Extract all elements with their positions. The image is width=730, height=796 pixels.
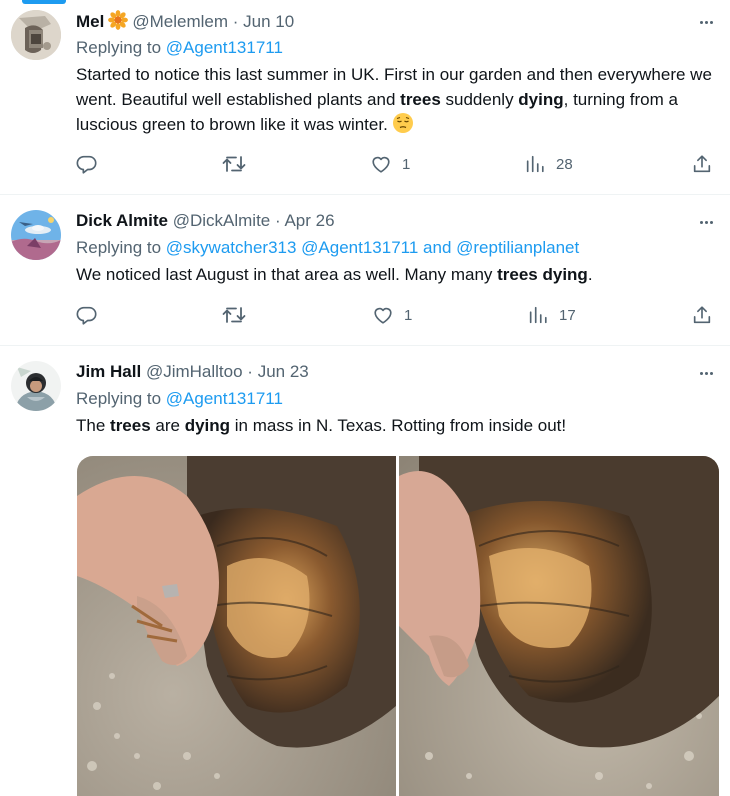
share-button[interactable] <box>691 153 713 175</box>
action-bar: 1 28 <box>76 153 716 179</box>
views-icon <box>529 306 547 324</box>
tree-stump-photo-2[interactable] <box>399 456 719 796</box>
tweet-text: Started to notice this last summer in UK… <box>76 62 716 141</box>
like-button[interactable]: 1 <box>372 304 412 326</box>
like-button[interactable]: 1 <box>370 153 410 175</box>
retweet-button[interactable] <box>222 304 256 326</box>
tweet-dick-almite[interactable]: Dick Almite @DickAlmite · Apr 26 Replyin… <box>0 195 730 345</box>
action-bar: 1 17 <box>76 304 716 330</box>
more-icon[interactable] <box>695 12 717 32</box>
separator-dot: · <box>274 211 281 230</box>
replying-to-label: Replying to <box>76 38 162 57</box>
tweet-text: The trees are dying in mass in N. Texas.… <box>76 416 567 435</box>
display-name[interactable]: Mel <box>76 12 104 31</box>
reply-icon <box>76 155 97 174</box>
separator-dot: · <box>247 362 253 381</box>
view-count: 28 <box>556 155 573 173</box>
mention-link[interactable]: @Agent131711 <box>166 389 283 408</box>
reply-icon <box>76 306 97 325</box>
tweet-header: Jim Hall @JimHalltoo · Jun 23 <box>76 361 716 383</box>
tweet-header: Dick Almite @DickAlmite · Apr 26 <box>76 210 716 232</box>
retweet-icon <box>222 307 246 323</box>
user-handle[interactable]: @JimHalltoo <box>146 362 243 381</box>
mention-link[interactable]: @skywatcher313 @Agent131711 and @reptili… <box>166 238 579 257</box>
retweet-button[interactable] <box>222 153 256 175</box>
replying-to-label: Replying to <box>76 238 162 257</box>
replying-to: Replying to @Agent131711 <box>76 388 716 410</box>
sun-flower-icon <box>108 10 129 36</box>
replying-to: Replying to @skywatcher313 @Agent131711 … <box>76 237 716 259</box>
tweet-media[interactable] <box>77 456 719 796</box>
tweet-date[interactable]: Jun 23 <box>258 362 309 381</box>
user-handle[interactable]: @Melemlem <box>132 12 228 31</box>
like-count: 1 <box>402 155 411 173</box>
tweet-date[interactable]: Jun 10 <box>243 12 294 31</box>
like-count: 1 <box>404 306 413 324</box>
heart-icon <box>372 156 390 173</box>
share-icon <box>693 306 711 324</box>
replying-to: Replying to @Agent131711 <box>76 37 716 59</box>
pensive-face-emoji <box>392 112 414 141</box>
display-name[interactable]: Dick Almite <box>76 211 168 230</box>
avatar[interactable] <box>11 210 61 260</box>
tweet-mel[interactable]: Mel @Melemlem · Jun 10 Replying to @Agent… <box>0 0 730 194</box>
share-button[interactable] <box>691 304 713 326</box>
avatar[interactable] <box>11 361 61 411</box>
separator-dot: · <box>232 12 239 31</box>
user-handle[interactable]: @DickAlmite <box>173 211 271 230</box>
views-button[interactable]: 28 <box>524 153 573 175</box>
tweet-date[interactable]: Apr 26 <box>284 211 334 230</box>
reply-button[interactable] <box>76 153 108 175</box>
display-name[interactable]: Jim Hall <box>76 362 141 381</box>
avatar[interactable] <box>11 10 61 60</box>
replying-to-label: Replying to <box>76 389 162 408</box>
more-icon[interactable] <box>695 212 717 232</box>
tweet-text: We noticed last August in that area as w… <box>76 265 593 284</box>
tweet-header: Mel @Melemlem · Jun 10 <box>76 10 716 32</box>
reply-button[interactable] <box>76 304 108 326</box>
tree-stump-photo-1[interactable] <box>77 456 396 796</box>
views-icon <box>526 155 544 173</box>
view-count: 17 <box>559 306 576 324</box>
more-icon[interactable] <box>695 363 717 383</box>
views-button[interactable]: 17 <box>527 304 576 326</box>
mention-link[interactable]: @Agent131711 <box>166 38 283 57</box>
retweet-icon <box>222 156 246 172</box>
heart-icon <box>374 307 392 324</box>
share-icon <box>693 155 711 173</box>
